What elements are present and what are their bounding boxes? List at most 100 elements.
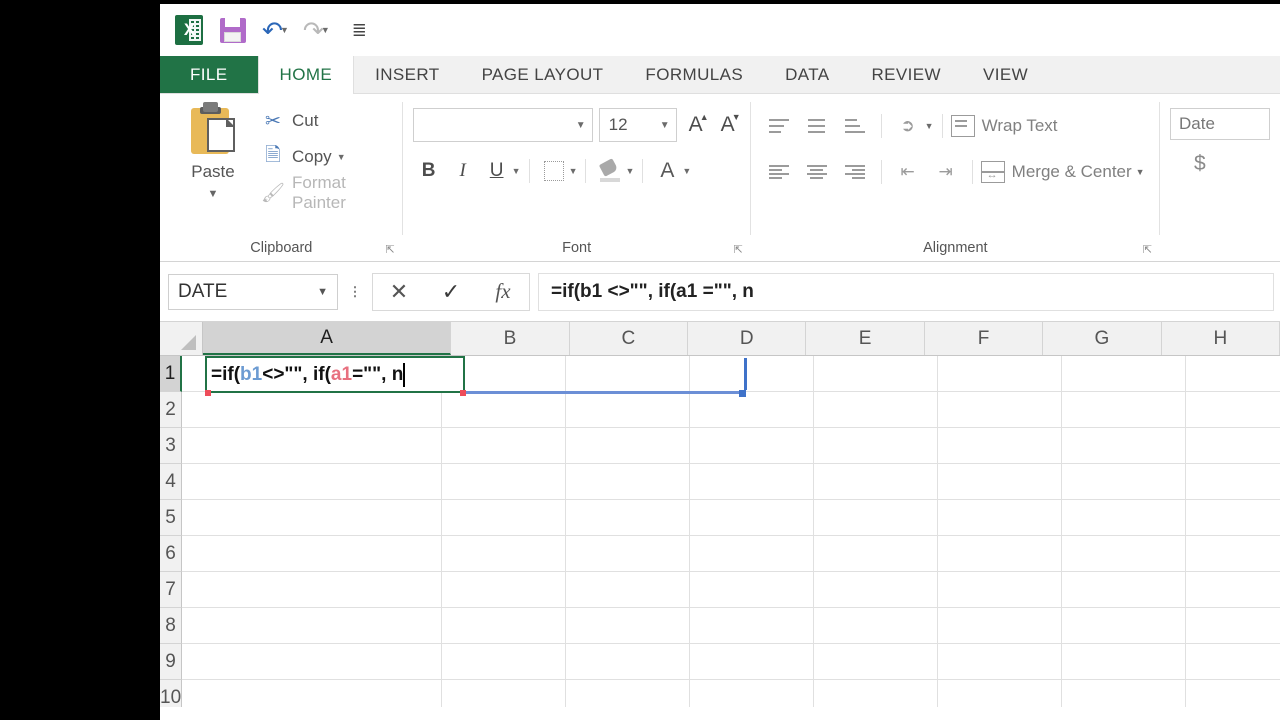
grid-cell-H5[interactable] bbox=[1186, 500, 1280, 536]
font-color-button[interactable]: A bbox=[651, 155, 683, 187]
grid-cell-H1[interactable] bbox=[1186, 356, 1280, 392]
grid-cell-D5[interactable] bbox=[690, 500, 815, 536]
grid-cell-E1[interactable] bbox=[814, 356, 939, 392]
bold-button[interactable]: B bbox=[413, 155, 445, 187]
grid-cell-G8[interactable] bbox=[1062, 608, 1187, 644]
column-header-h[interactable]: H bbox=[1161, 322, 1280, 355]
tab-view[interactable]: VIEW bbox=[962, 56, 1049, 93]
grid-cell-B4[interactable] bbox=[442, 464, 567, 500]
insert-function-icon[interactable]: fx bbox=[477, 274, 529, 310]
font-name-dropdown-icon[interactable]: ▼ bbox=[576, 120, 586, 131]
grid-cell-C2[interactable] bbox=[566, 392, 691, 428]
row-header-7[interactable]: 7 bbox=[160, 572, 183, 608]
copy-dropdown-icon[interactable]: ▼ bbox=[337, 152, 346, 162]
redo-button[interactable]: ↷ ▼ bbox=[303, 18, 330, 43]
grid-cell-H4[interactable] bbox=[1186, 464, 1280, 500]
grid-cell-G9[interactable] bbox=[1062, 644, 1187, 680]
save-icon[interactable] bbox=[218, 15, 248, 45]
grid-cell-E3[interactable] bbox=[814, 428, 939, 464]
font-size-dropdown-icon[interactable]: ▼ bbox=[660, 120, 670, 131]
grid-cell-H2[interactable] bbox=[1186, 392, 1280, 428]
grid-cell-E5[interactable] bbox=[814, 500, 939, 536]
merge-center-button[interactable]: Merge & Center ▼ bbox=[980, 161, 1145, 183]
tab-data[interactable]: DATA bbox=[764, 56, 850, 93]
grid-cell-G1[interactable] bbox=[1062, 356, 1187, 392]
column-header-f[interactable]: F bbox=[924, 322, 1044, 355]
row-header-2[interactable]: 2 bbox=[160, 392, 183, 428]
range-selection-handle[interactable] bbox=[739, 390, 746, 397]
undo-dropdown-icon[interactable]: ▼ bbox=[280, 25, 289, 35]
grid-cell-H6[interactable] bbox=[1186, 536, 1280, 572]
grid-cell-B9[interactable] bbox=[442, 644, 567, 680]
row-header-3[interactable]: 3 bbox=[160, 428, 183, 464]
row-header-9[interactable]: 9 bbox=[160, 644, 183, 680]
grid-cell-A5[interactable] bbox=[182, 500, 443, 536]
grid-cell-A10[interactable] bbox=[182, 680, 443, 707]
undo-button[interactable]: ↶ ▼ bbox=[262, 18, 289, 43]
grid-cell-A7[interactable] bbox=[182, 572, 443, 608]
grid-cell-G5[interactable] bbox=[1062, 500, 1187, 536]
active-cell-editor[interactable]: =if(b1 <>"", if(a1 ="", n bbox=[205, 356, 465, 393]
format-painter-button[interactable]: 🖌 Format Painter bbox=[261, 173, 393, 212]
grid-cell-C3[interactable] bbox=[566, 428, 691, 464]
redo-dropdown-icon[interactable]: ▼ bbox=[321, 25, 330, 35]
underline-button[interactable]: U bbox=[481, 155, 513, 187]
clipboard-dialog-launcher-icon[interactable]: ⇱ bbox=[385, 243, 394, 256]
grid-cell-C8[interactable] bbox=[566, 608, 691, 644]
cut-button[interactable]: ✂ Cut bbox=[262, 106, 393, 136]
grid-cell-C10[interactable] bbox=[566, 680, 691, 707]
grid-cell-A3[interactable] bbox=[182, 428, 443, 464]
column-header-d[interactable]: D bbox=[688, 322, 807, 355]
formula-input[interactable]: =if(b1 <>"", if(a1 ="", n bbox=[538, 272, 1274, 311]
grid-cell-D6[interactable] bbox=[690, 536, 815, 572]
grid-cell-H8[interactable] bbox=[1186, 608, 1280, 644]
grid-cell-C4[interactable] bbox=[566, 464, 691, 500]
grid-cell-C1[interactable] bbox=[566, 356, 691, 392]
align-right-button[interactable] bbox=[837, 156, 873, 188]
align-bottom-button[interactable] bbox=[837, 110, 873, 142]
align-left-button[interactable] bbox=[761, 156, 797, 188]
grid-cell-F2[interactable] bbox=[938, 392, 1063, 428]
grid-cell-D3[interactable] bbox=[690, 428, 815, 464]
grid-cell-C7[interactable] bbox=[566, 572, 691, 608]
grid-cell-D2[interactable] bbox=[690, 392, 815, 428]
grid-cell-B10[interactable] bbox=[442, 680, 567, 707]
grid-cell-F3[interactable] bbox=[938, 428, 1063, 464]
select-all-corner[interactable] bbox=[160, 322, 203, 355]
grid-cell-F4[interactable] bbox=[938, 464, 1063, 500]
align-center-button[interactable] bbox=[799, 156, 835, 188]
grid-cell-A6[interactable] bbox=[182, 536, 443, 572]
increase-font-size-button[interactable]: A ▲ bbox=[683, 112, 709, 137]
grid-cell-F9[interactable] bbox=[938, 644, 1063, 680]
align-middle-button[interactable] bbox=[799, 110, 835, 142]
grid-cell-B8[interactable] bbox=[442, 608, 567, 644]
fill-color-button[interactable] bbox=[594, 155, 626, 187]
grid-cell-A9[interactable] bbox=[182, 644, 443, 680]
grid-cell-F8[interactable] bbox=[938, 608, 1063, 644]
grid-cell-H7[interactable] bbox=[1186, 572, 1280, 608]
tab-insert[interactable]: INSERT bbox=[354, 56, 460, 93]
borders-dropdown-icon[interactable]: ▼ bbox=[569, 166, 578, 176]
cancel-formula-icon[interactable]: ✕ bbox=[373, 274, 425, 310]
font-size-input[interactable]: 12 ▼ bbox=[598, 108, 677, 142]
tab-formulas[interactable]: FORMULAS bbox=[624, 56, 764, 93]
number-format-select[interactable]: Date bbox=[1170, 108, 1270, 140]
grid-cell-H10[interactable] bbox=[1186, 680, 1280, 707]
tab-home[interactable]: HOME bbox=[257, 56, 355, 94]
borders-button[interactable] bbox=[538, 155, 570, 187]
column-header-g[interactable]: G bbox=[1043, 322, 1162, 355]
decrease-indent-button[interactable]: ⇤ bbox=[890, 156, 926, 188]
grid-cell-B5[interactable] bbox=[442, 500, 567, 536]
grid-cell-D4[interactable] bbox=[690, 464, 815, 500]
grid-cell-D9[interactable] bbox=[690, 644, 815, 680]
column-header-b[interactable]: B bbox=[451, 322, 570, 355]
grid-cell-G4[interactable] bbox=[1062, 464, 1187, 500]
grid-cell-F5[interactable] bbox=[938, 500, 1063, 536]
wrap-text-button[interactable]: Wrap Text bbox=[950, 115, 1058, 137]
grid-cell-C9[interactable] bbox=[566, 644, 691, 680]
column-header-e[interactable]: E bbox=[806, 322, 925, 355]
grid-cell-E9[interactable] bbox=[814, 644, 939, 680]
increase-indent-button[interactable]: ⇥ bbox=[928, 156, 964, 188]
font-color-dropdown-icon[interactable]: ▼ bbox=[682, 166, 691, 176]
name-box-dropdown-icon[interactable]: ▼ bbox=[317, 286, 328, 298]
